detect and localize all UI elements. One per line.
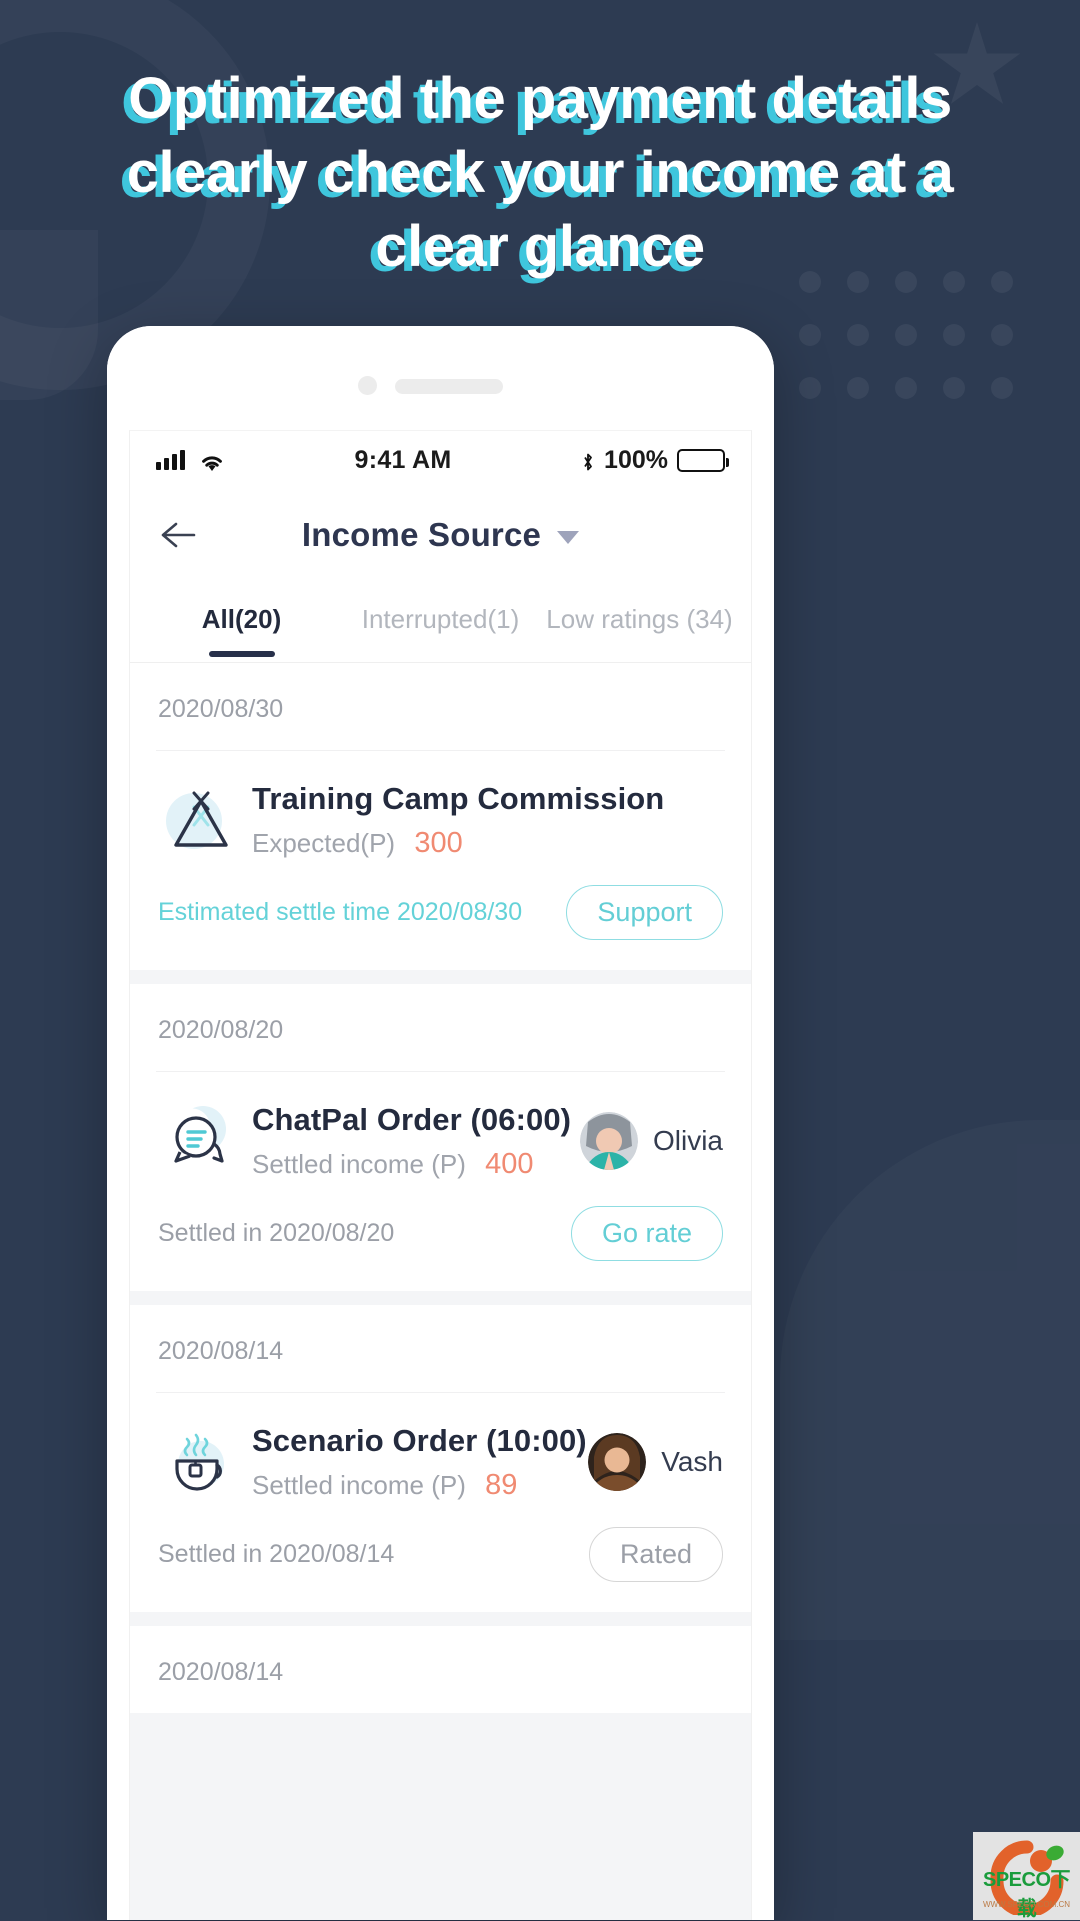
bluetooth-icon	[581, 450, 595, 471]
card-sub-label: Settled income (P)	[252, 1148, 466, 1179]
battery-full-icon	[677, 448, 729, 472]
card-title: Scenario Order (10:00)	[252, 1422, 587, 1458]
tab-interrupted[interactable]: Interrupted(1)	[341, 604, 540, 639]
card-date: 2020/08/14	[156, 1305, 725, 1393]
card-subtitle: Settled income (P) 400	[252, 1148, 580, 1181]
phone-mockup: 9:41 AM 100% Income Source All(20) Inter…	[107, 326, 774, 1920]
go-rate-button[interactable]: Go rate	[570, 1206, 723, 1261]
decorative-wedge	[780, 1120, 1080, 1640]
front-camera-icon	[358, 376, 377, 395]
person-name: Vash	[661, 1446, 723, 1477]
card-date: 2020/08/20	[156, 984, 725, 1072]
avatar	[579, 1112, 638, 1170]
coffee-cup-icon	[158, 1419, 244, 1505]
watermark-url: WWW.SPECO.COM.CN	[982, 1900, 1071, 1909]
tab-bar: All(20) Interrupted(1) Low ratings (34)	[130, 581, 751, 663]
card-title: ChatPal Order (06:00)	[252, 1101, 572, 1137]
headline-line-2: clearly check your income at a clearly c…	[0, 136, 1080, 210]
rated-button[interactable]: Rated	[588, 1527, 723, 1582]
card-amount: 89	[485, 1468, 518, 1501]
card-date: 2020/08/14	[158, 1658, 284, 1686]
phone-screen: 9:41 AM 100% Income Source All(20) Inter…	[129, 430, 752, 1920]
card-footer-text: Settled in 2020/08/14	[158, 1540, 395, 1568]
headline-line-3: clear glance clear glance	[0, 210, 1080, 284]
person-name: Olivia	[652, 1125, 723, 1156]
card-subtitle: Settled income (P) 89	[252, 1469, 588, 1502]
list-item[interactable]: 2020/08/14	[130, 1626, 751, 1713]
chat-bubble-icon	[158, 1098, 244, 1184]
watermark-text: SPECO下载	[982, 1869, 1071, 1920]
list-item[interactable]: 2020/08/14 Scenario Order (10:00) Settle…	[130, 1305, 751, 1612]
card-title: Training Camp Commission	[252, 780, 665, 816]
card-sub-label: Expected(P)	[252, 827, 396, 858]
income-list[interactable]: 2020/08/30 Training Camp Commission Expe…	[130, 663, 751, 1920]
card-subtitle: Expected(P) 300	[252, 827, 723, 860]
page-title: Income Source	[301, 516, 542, 553]
support-button[interactable]: Support	[566, 885, 723, 940]
navigation-bar: Income Source	[130, 489, 751, 581]
card-amount: 400	[485, 1147, 534, 1180]
card-footer-text: Estimated settle time 2020/08/30	[158, 898, 523, 926]
back-arrow-icon[interactable]	[156, 515, 200, 555]
headline-line-3-text: clear glance	[375, 214, 705, 279]
list-item[interactable]: 2020/08/20 ChatPal Order (06:00) Settled…	[130, 984, 751, 1291]
headline-line-1-text: Optimized the payment details	[128, 66, 952, 131]
card-sub-label: Settled income (P)	[252, 1469, 466, 1500]
caret-down-icon[interactable]	[557, 530, 580, 544]
headline-line-2-text: clearly check your income at a	[126, 140, 954, 205]
watermark: SPECO下载 WWW.SPECO.COM.CN	[973, 1832, 1080, 1920]
phone-notch	[107, 326, 774, 430]
headline-line-1: Optimized the payment details Optimized …	[0, 62, 1080, 136]
tab-low-ratings[interactable]: Low ratings (34)	[540, 604, 739, 639]
cellular-signal-icon	[156, 450, 185, 470]
battery-percentage: 100%	[604, 445, 668, 474]
status-bar: 9:41 AM 100%	[130, 431, 751, 489]
card-footer-text: Settled in 2020/08/20	[158, 1219, 395, 1247]
list-item[interactable]: 2020/08/30 Training Camp Commission Expe…	[130, 663, 751, 970]
tab-all[interactable]: All(20)	[142, 604, 341, 639]
avatar	[588, 1433, 647, 1491]
card-amount: 300	[414, 826, 463, 859]
tent-icon	[158, 777, 244, 863]
card-date: 2020/08/30	[156, 663, 725, 751]
earpiece-speaker	[395, 379, 503, 394]
page-headline: Optimized the payment details Optimized …	[0, 62, 1080, 284]
wifi-icon	[199, 450, 225, 471]
status-bar-time: 9:41 AM	[354, 445, 452, 474]
